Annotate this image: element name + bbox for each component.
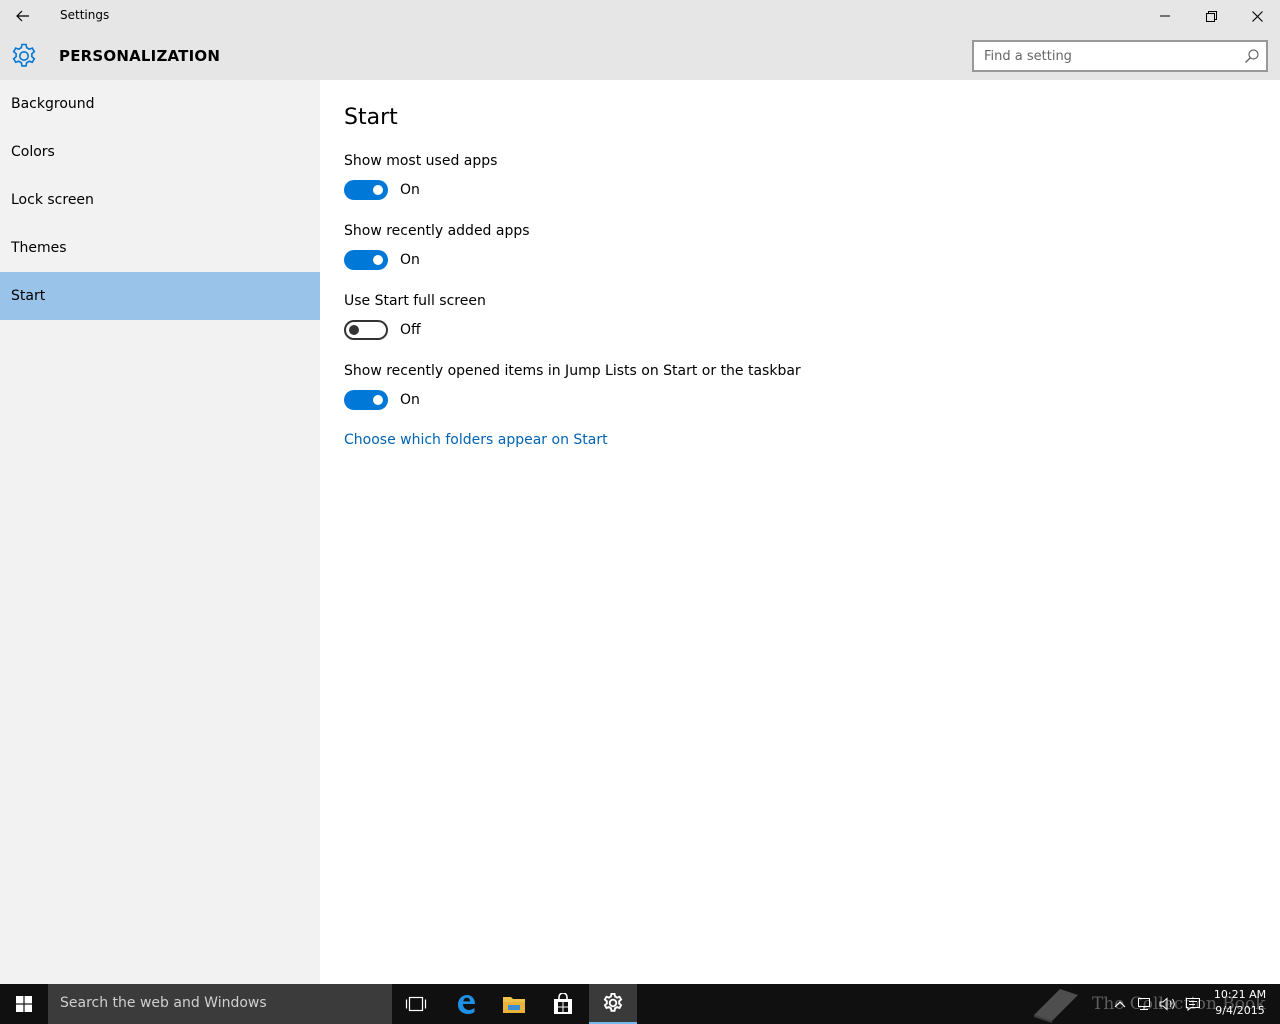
start-button[interactable] bbox=[0, 984, 48, 1024]
recently-added-apps-toggle[interactable] bbox=[344, 250, 388, 270]
setting-label: Use Start full screen bbox=[344, 293, 486, 309]
settings-gear-icon bbox=[603, 993, 623, 1012]
sidebar-item-label: Colors bbox=[11, 144, 55, 160]
toggle-row: On bbox=[344, 250, 420, 270]
sidebar-item-start[interactable]: Start bbox=[0, 272, 320, 320]
setting-use-start-full-screen: Use Start full screen Off bbox=[344, 291, 486, 340]
sidebar-item-lock-screen[interactable]: Lock screen bbox=[0, 176, 320, 224]
back-button[interactable] bbox=[0, 0, 46, 32]
sidebar-item-label: Lock screen bbox=[11, 192, 94, 208]
settings-header: PERSONALIZATION bbox=[0, 32, 1280, 80]
close-button[interactable] bbox=[1234, 0, 1280, 32]
title-bar: Settings bbox=[0, 0, 1280, 32]
section-title: PERSONALIZATION bbox=[59, 47, 221, 65]
toggle-state-label: On bbox=[400, 182, 420, 198]
windows-start-icon bbox=[16, 996, 32, 1012]
page-title: Start bbox=[344, 105, 398, 130]
setting-jump-lists: Show recently opened items in Jump Lists… bbox=[344, 361, 801, 410]
gear-icon bbox=[12, 43, 36, 67]
settings-taskbar-button[interactable] bbox=[589, 984, 637, 1024]
taskbar: Search the web and Windows The Collectio… bbox=[0, 984, 1280, 1024]
back-arrow-icon bbox=[16, 10, 29, 22]
restore-button[interactable] bbox=[1188, 0, 1234, 32]
toggle-knob bbox=[349, 325, 359, 335]
setting-show-most-used-apps: Show most used apps On bbox=[344, 151, 498, 200]
sidebar-item-colors[interactable]: Colors bbox=[0, 128, 320, 176]
volume-icon bbox=[1159, 997, 1175, 1011]
sidebar-item-themes[interactable]: Themes bbox=[0, 224, 320, 272]
full-screen-toggle[interactable] bbox=[344, 320, 388, 340]
action-center-icon bbox=[1186, 998, 1200, 1011]
main-content: Start Show most used apps On Show recent… bbox=[320, 80, 1280, 984]
minimize-icon bbox=[1160, 15, 1170, 17]
jump-lists-toggle[interactable] bbox=[344, 390, 388, 410]
setting-label: Show recently opened items in Jump Lists… bbox=[344, 363, 801, 379]
book-logo-icon bbox=[1034, 989, 1078, 1023]
show-hidden-icons-button[interactable] bbox=[1108, 984, 1132, 1024]
sidebar-item-label: Start bbox=[11, 288, 46, 304]
taskbar-clock[interactable]: 10:21 AM 9/4/2015 bbox=[1208, 987, 1272, 1019]
clock-time: 10:21 AM bbox=[1213, 988, 1267, 1001]
network-button[interactable] bbox=[1132, 984, 1156, 1024]
file-explorer-icon bbox=[503, 997, 525, 1013]
taskbar-search-box[interactable]: Search the web and Windows bbox=[48, 984, 392, 1024]
toggle-row: On bbox=[344, 180, 420, 200]
setting-show-recently-added-apps: Show recently added apps On bbox=[344, 221, 530, 270]
toggle-state-label: On bbox=[400, 252, 420, 268]
network-icon bbox=[1138, 998, 1150, 1010]
task-view-icon bbox=[405, 996, 427, 1012]
choose-folders-link[interactable]: Choose which folders appear on Start bbox=[344, 432, 608, 448]
clock-date: 9/4/2015 bbox=[1215, 1004, 1265, 1017]
search-icon[interactable] bbox=[1244, 48, 1260, 64]
edge-browser-icon bbox=[458, 995, 475, 1014]
setting-label: Show recently added apps bbox=[344, 223, 530, 239]
edge-browser-button[interactable] bbox=[442, 984, 490, 1024]
file-explorer-button[interactable] bbox=[490, 984, 538, 1024]
restore-icon bbox=[1205, 10, 1217, 22]
minimize-button[interactable] bbox=[1142, 0, 1188, 32]
volume-button[interactable] bbox=[1156, 984, 1180, 1024]
sidebar-item-background[interactable]: Background bbox=[0, 80, 320, 128]
window-title: Settings bbox=[60, 8, 110, 22]
toggle-state-label: On bbox=[400, 392, 420, 408]
action-center-button[interactable] bbox=[1181, 984, 1205, 1024]
taskbar-search-placeholder: Search the web and Windows bbox=[60, 995, 267, 1011]
search-input[interactable] bbox=[974, 42, 1234, 70]
toggle-knob bbox=[373, 255, 383, 265]
sidebar-item-label: Themes bbox=[11, 240, 67, 256]
setting-label: Show most used apps bbox=[344, 153, 498, 169]
toggle-state-label: Off bbox=[400, 322, 421, 338]
toggle-row: On bbox=[344, 390, 420, 410]
chevron-up-icon bbox=[1114, 1001, 1126, 1008]
toggle-knob bbox=[373, 185, 383, 195]
toggle-knob bbox=[373, 395, 383, 405]
most-used-apps-toggle[interactable] bbox=[344, 180, 388, 200]
task-view-button[interactable] bbox=[392, 984, 440, 1024]
sidebar: Background Colors Lock screen Themes Sta… bbox=[0, 80, 320, 984]
store-icon bbox=[554, 993, 572, 1014]
find-setting-search[interactable] bbox=[972, 40, 1268, 72]
toggle-row: Off bbox=[344, 320, 421, 340]
close-icon bbox=[1251, 10, 1263, 22]
store-button[interactable] bbox=[539, 984, 587, 1024]
sidebar-item-label: Background bbox=[11, 96, 95, 112]
